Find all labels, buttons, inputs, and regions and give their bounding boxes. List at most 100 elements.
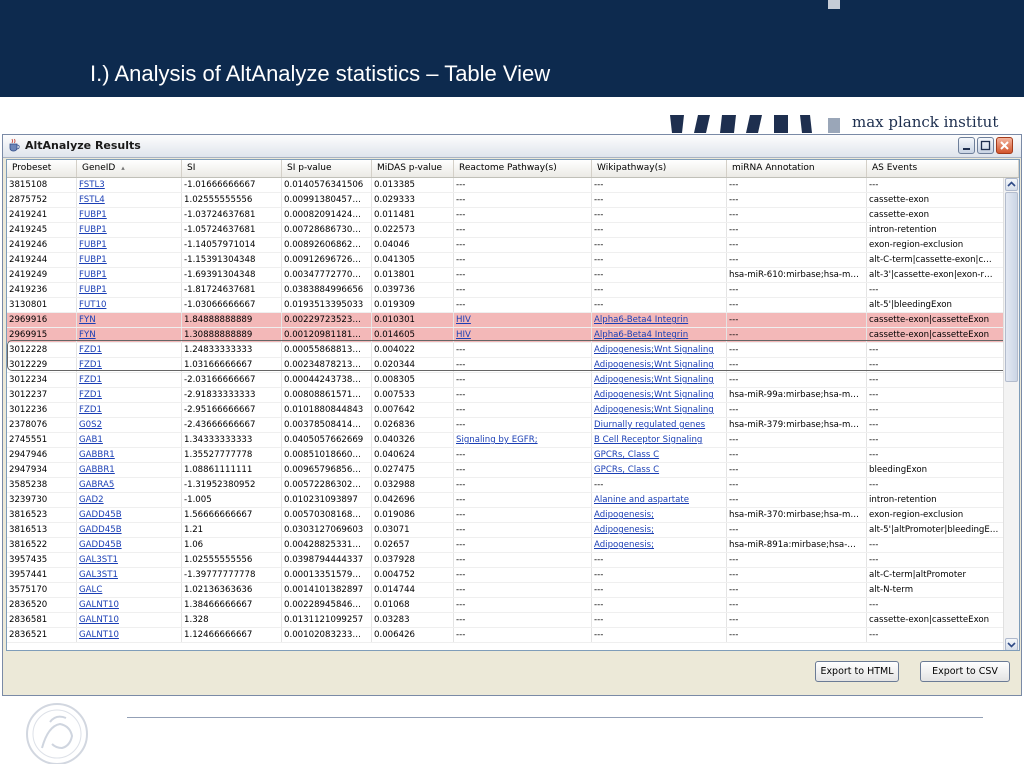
cell-geneid[interactable]: GABBR1: [77, 463, 182, 477]
cell-geneid[interactable]: FYN: [77, 328, 182, 342]
cell-wikipathway[interactable]: Alpha6-Beta4 Integrin: [592, 328, 727, 342]
cell-wikipathway[interactable]: Adipogenesis;Wnt Signaling: [592, 358, 727, 372]
minimize-button[interactable]: [958, 137, 975, 154]
table-row[interactable]: 3012234 FZD1 -2.03166666667 0.00044243738… 0…: [7, 373, 1004, 388]
table-row[interactable]: 2419244 FUBP1 -1.15391304348 0.00912696726……: [7, 253, 1004, 268]
table-row[interactable]: 2836521 GALNT10 1.12466666667 0.00102083233…: [7, 628, 1004, 643]
close-button[interactable]: [996, 137, 1013, 154]
table-row[interactable]: 2947946 GABBR1 1.35527777778 0.00851018660……: [7, 448, 1004, 463]
cell-geneid[interactable]: GALNT10: [77, 598, 182, 612]
cell-geneid[interactable]: GADD45B: [77, 538, 182, 552]
column-header-reactome[interactable]: Reactome Pathway(s): [454, 160, 592, 177]
cell-geneid[interactable]: GAB1: [77, 433, 182, 447]
cell-geneid[interactable]: FUBP1: [77, 223, 182, 237]
table-row[interactable]: 2378076 G0S2 -2.43666666667 0.00378508414… 0…: [7, 418, 1004, 433]
cell-wikipathway[interactable]: Adipogenesis;Wnt Signaling: [592, 403, 727, 417]
cell-geneid[interactable]: FSTL4: [77, 193, 182, 207]
vertical-scrollbar[interactable]: [1003, 178, 1019, 650]
table-row[interactable]: 3239730 GAD2 -1.005 0.010231093897 0.042696-…: [7, 493, 1004, 508]
cell-geneid[interactable]: FUBP1: [77, 238, 182, 252]
column-header-wikipathway[interactable]: Wikipathway(s): [592, 160, 727, 177]
table-row[interactable]: 3012237 FZD1 -2.91833333333 0.00808861571… 0…: [7, 388, 1004, 403]
cell-wikipathway[interactable]: Adipogenesis;Wnt Signaling: [592, 343, 727, 357]
cell-wikipathway[interactable]: GPCRs, Class C: [592, 463, 727, 477]
table-row[interactable]: 2419246 FUBP1 -1.14057971014 0.00892606862……: [7, 238, 1004, 253]
cell-reactome[interactable]: HIV: [454, 313, 592, 327]
cell-geneid[interactable]: FZD1: [77, 403, 182, 417]
cell-geneid[interactable]: GAL3ST1: [77, 568, 182, 582]
table-row[interactable]: 2419245 FUBP1 -1.05724637681 0.00728686730……: [7, 223, 1004, 238]
table-row[interactable]: 2836520 GALNT10 1.38466666667 0.00228945846…: [7, 598, 1004, 613]
table-row[interactable]: 3012229 FZD1 1.03166666667 0.00234878213… 0.…: [7, 358, 1004, 373]
cell-geneid[interactable]: FUBP1: [77, 253, 182, 267]
cell-geneid[interactable]: GALNT10: [77, 613, 182, 627]
table-row[interactable]: 3816522 GADD45B 1.06 0.00428825331… 0.02657-…: [7, 538, 1004, 553]
column-header-si-pvalue[interactable]: SI p-value: [282, 160, 372, 177]
cell-wikipathway[interactable]: Diurnally regulated genes: [592, 418, 727, 432]
cell-wikipathway[interactable]: B Cell Receptor Signaling: [592, 433, 727, 447]
column-header-probeset[interactable]: Probeset: [7, 160, 77, 177]
column-header-as-events[interactable]: AS Events: [867, 160, 1019, 177]
cell-geneid[interactable]: GALNT10: [77, 628, 182, 642]
cell-geneid[interactable]: FUBP1: [77, 268, 182, 282]
cell-reactome[interactable]: Signaling by EGFR;: [454, 433, 592, 447]
table-row[interactable]: 2969916 FYN 1.84888888889 0.00229723523… 0.0…: [7, 313, 1004, 328]
cell-geneid[interactable]: GABRA5: [77, 478, 182, 492]
cell-wikipathway[interactable]: GPCRs, Class C: [592, 448, 727, 462]
cell-geneid[interactable]: GADD45B: [77, 523, 182, 537]
table-row[interactable]: 2419241 FUBP1 -1.03724637681 0.00082091424……: [7, 208, 1004, 223]
table-row[interactable]: 3012228 FZD1 1.24833333333 0.00055868813… 0.…: [7, 343, 1004, 358]
table-row[interactable]: 3957441 GAL3ST1 -1.39777777778 0.0001335157…: [7, 568, 1004, 583]
cell-geneid[interactable]: FUT10: [77, 298, 182, 312]
cell-geneid[interactable]: FZD1: [77, 388, 182, 402]
cell-geneid[interactable]: FUBP1: [77, 208, 182, 222]
cell-geneid[interactable]: G0S2: [77, 418, 182, 432]
cell-geneid[interactable]: GAD2: [77, 493, 182, 507]
table-row[interactable]: 2969915 FYN 1.30888888889 0.00120981181… 0.0…: [7, 328, 1004, 343]
table-row[interactable]: 3012236 FZD1 -2.95166666667 0.0101880844843…: [7, 403, 1004, 418]
table-row[interactable]: 3815108 FSTL3 -1.01666666667 0.014057634150…: [7, 178, 1004, 193]
column-header-midas-pvalue[interactable]: MiDAS p-value: [372, 160, 454, 177]
table-row[interactable]: 3585238 GABRA5 -1.31952380952 0.00572286302…: [7, 478, 1004, 493]
maximize-button[interactable]: [977, 137, 994, 154]
table-row[interactable]: 2875752 FSTL4 1.02555555556 0.00991380457… 0…: [7, 193, 1004, 208]
table-row[interactable]: 3816513 GADD45B 1.21 0.0303127069603 0.03071…: [7, 523, 1004, 538]
cell-reactome[interactable]: HIV: [454, 328, 592, 342]
cell-geneid[interactable]: GADD45B: [77, 508, 182, 522]
export-csv-button[interactable]: Export to CSV: [920, 661, 1010, 682]
column-header-geneid[interactable]: GeneID ▴: [77, 160, 182, 177]
column-header-si[interactable]: SI: [182, 160, 282, 177]
cell-geneid[interactable]: FSTL3: [77, 178, 182, 192]
export-html-button[interactable]: Export to HTML: [815, 661, 899, 682]
cell-geneid[interactable]: FZD1: [77, 343, 182, 357]
cell-geneid[interactable]: FZD1: [77, 373, 182, 387]
table-row[interactable]: 2836581 GALNT10 1.328 0.0131121099257 0.0328…: [7, 613, 1004, 628]
scroll-down-button[interactable]: [1005, 638, 1018, 650]
cell-geneid[interactable]: FZD1: [77, 358, 182, 372]
cell-wikipathway[interactable]: Adipogenesis;: [592, 523, 727, 537]
table-row[interactable]: 2419236 FUBP1 -1.81724637681 0.038388499665…: [7, 283, 1004, 298]
cell-wikipathway[interactable]: Alanine and aspartate: [592, 493, 727, 507]
cell-wikipathway[interactable]: Adipogenesis;: [592, 508, 727, 522]
cell-geneid[interactable]: FUBP1: [77, 283, 182, 297]
table-row[interactable]: 3130801 FUT10 -1.03066666667 0.019351339503…: [7, 298, 1004, 313]
table-row[interactable]: 2947934 GABBR1 1.08861111111 0.00965796856……: [7, 463, 1004, 478]
cell-geneid[interactable]: GALC: [77, 583, 182, 597]
cell-wikipathway[interactable]: Adipogenesis;Wnt Signaling: [592, 388, 727, 402]
table-row[interactable]: 3575170 GALC 1.02136363636 0.0014101382897 0…: [7, 583, 1004, 598]
cell-wikipathway[interactable]: Adipogenesis;Wnt Signaling: [592, 373, 727, 387]
column-header-mirna[interactable]: miRNA Annotation: [727, 160, 867, 177]
table-row[interactable]: 2419249 FUBP1 -1.69391304348 0.00347772770……: [7, 268, 1004, 283]
cell-wikipathway[interactable]: Adipogenesis;: [592, 538, 727, 552]
scroll-up-button[interactable]: [1005, 178, 1018, 191]
table-row[interactable]: 3816523 GADD45B 1.56666666667 0.00570308168…: [7, 508, 1004, 523]
table-row[interactable]: 3957435 GAL3ST1 1.02555555556 0.03987944443…: [7, 553, 1004, 568]
cell-wikipathway[interactable]: Alpha6-Beta4 Integrin: [592, 313, 727, 327]
window-titlebar[interactable]: AltAnalyze Results: [3, 135, 1021, 158]
cell-geneid[interactable]: GABBR1: [77, 448, 182, 462]
scroll-thumb[interactable]: [1005, 192, 1018, 382]
table-row[interactable]: 2745551 GAB1 1.34333333333 0.0405057662669 0…: [7, 433, 1004, 448]
cell-probeset: 3012229: [7, 358, 77, 372]
cell-geneid[interactable]: GAL3ST1: [77, 553, 182, 567]
cell-geneid[interactable]: FYN: [77, 313, 182, 327]
